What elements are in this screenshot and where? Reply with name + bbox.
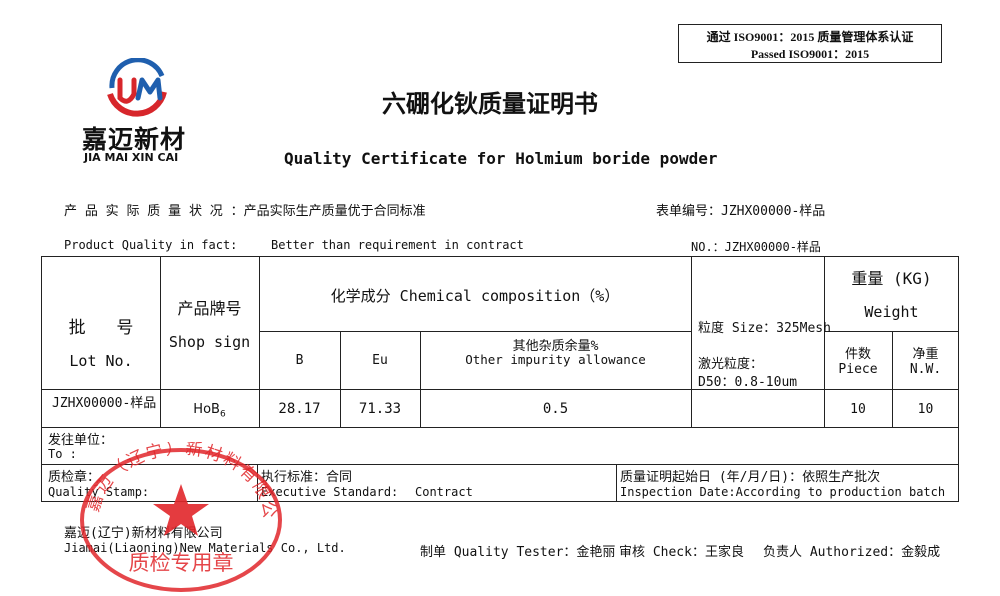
row-lot: JZHX00000-样品 bbox=[52, 396, 157, 411]
row-nw: 10 bbox=[917, 402, 934, 417]
iso-certification-box: 通过 ISO9001：2015 质量管理体系认证 Passed ISO9001：… bbox=[678, 24, 942, 63]
row-b: 28.17 bbox=[278, 401, 321, 417]
impurity-header-en: Other impurity allowance bbox=[465, 352, 646, 367]
weight-header-cn: 重量 (KG) bbox=[851, 269, 932, 288]
weight-header-en: Weight bbox=[864, 303, 919, 321]
laser-value: D50：0.8-10um bbox=[698, 375, 798, 390]
logo-text-en: JIA MAI XIN CAI bbox=[84, 151, 179, 164]
number-en: NO.：JZHX00000-样品 bbox=[691, 240, 821, 254]
quality-label-en: Product Quality in fact: bbox=[64, 238, 238, 252]
authorized-person: 负责人 Authorized：金毅成 bbox=[763, 545, 941, 560]
piece-header-cn: 件数 bbox=[844, 347, 871, 362]
nw-header-en: N.W. bbox=[909, 362, 942, 377]
col-eu-header: Eu bbox=[372, 353, 388, 368]
inspection-date-en: Inspection Date:According to production … bbox=[620, 485, 946, 499]
inspection-date-cn: 质量证明起始日 (年/月/日)：依照生产批次 bbox=[620, 470, 881, 485]
iso-line-cn: 通过 ISO9001：2015 质量管理体系认证 bbox=[706, 30, 914, 44]
row-piece: 10 bbox=[850, 402, 866, 417]
quality-tester: 制单 Quality Tester：金艳丽 bbox=[420, 545, 616, 560]
row-impurity: 0.5 bbox=[542, 401, 569, 417]
row-shop-sign: HoB6 bbox=[160, 402, 259, 420]
shop-sign-sub: 6 bbox=[219, 409, 226, 420]
title-en: Quality Certificate for Holmium boride p… bbox=[284, 149, 718, 168]
size-label: 粒度 Size：325Mesh bbox=[698, 321, 831, 336]
seal-bottom-text: 质检专用章 bbox=[129, 551, 234, 575]
logo-mark-icon bbox=[107, 57, 167, 117]
checker: 审核 Check：王家良 bbox=[619, 545, 744, 560]
piece-header-en: Piece bbox=[838, 362, 878, 377]
shop-header-cn: 产品牌号 bbox=[177, 299, 242, 318]
iso-line-en: Passed ISO9001：2015 bbox=[750, 47, 870, 61]
form-number: 表单编号：JZHX00000-样品 bbox=[656, 204, 826, 219]
chem-header: 化学成分 Chemical composition（%） bbox=[330, 287, 620, 305]
company-seal: 嘉迈（辽宁）新材料有限公司 质检专用章 bbox=[69, 427, 284, 592]
nw-header-cn: 净重 bbox=[912, 347, 939, 362]
seal-icon: 嘉迈（辽宁）新材料有限公司 质检专用章 bbox=[69, 427, 282, 592]
laser-label: 激光粒度： bbox=[698, 357, 764, 372]
quality-status-cn: 产 品 实 际 质 量 状 况 ：产品实际生产质量优于合同标准 bbox=[64, 204, 426, 219]
col-b-header: B bbox=[295, 353, 304, 368]
ship-to-en: To : bbox=[48, 447, 77, 461]
shop-sign-main: HoB bbox=[193, 402, 220, 417]
row-eu: 71.33 bbox=[358, 401, 402, 417]
exec-standard-value-en: Contract bbox=[415, 485, 473, 499]
lot-header-cn: 批 号 bbox=[68, 318, 134, 338]
shop-header-en: Shop sign bbox=[168, 333, 251, 351]
quality-value-en: Better than requirement in contract bbox=[271, 238, 524, 252]
company-logo bbox=[98, 57, 178, 118]
title-cn: 六硼化钬质量证明书 bbox=[382, 90, 598, 118]
lot-header-en: Lot No. bbox=[69, 352, 133, 370]
